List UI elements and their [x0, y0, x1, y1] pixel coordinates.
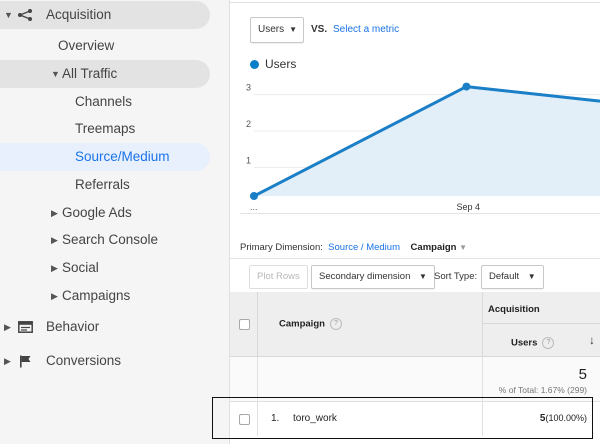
sort-type-label: Sort Type: — [434, 271, 478, 282]
expand-triangle-icon: ▼ — [4, 10, 13, 20]
data-point — [462, 82, 471, 91]
sidebar-item-label: Social — [62, 260, 99, 275]
sidebar-item-label: Google Ads — [62, 205, 132, 220]
caret-down-icon: ▼ — [419, 272, 427, 281]
sidebar-item-label: Source/Medium — [75, 149, 170, 164]
plot-rows-button[interactable]: Plot Rows — [249, 265, 308, 289]
report-main: Users ▼ VS. Select a metric Users 3 2 1...… — [212, 0, 600, 444]
total-users-value: 5 — [578, 366, 587, 383]
x-tick-label: ... — [250, 202, 258, 212]
users-header-label: Users? — [511, 337, 555, 349]
sidebar-item-label: Channels — [75, 94, 133, 109]
y-tick-label: 1 — [246, 156, 251, 166]
row-select-cell — [230, 402, 258, 436]
totals-campaign-cell — [258, 357, 483, 402]
divider — [230, 2, 600, 3]
series-area — [254, 86, 600, 196]
expand-triangle-icon: ▼ — [51, 69, 60, 79]
metric-dropdown[interactable]: Users ▼ — [250, 17, 304, 43]
legend-label: Users — [265, 57, 297, 71]
primary-dimension-label: Primary Dimension: — [240, 242, 323, 253]
dimension-campaign-selected[interactable]: Campaign — [411, 242, 457, 253]
caret-down-icon: ▼ — [459, 243, 468, 252]
metric-dropdown-value: Users — [258, 24, 285, 35]
sidebar-item-label: Referrals — [75, 177, 130, 192]
users-header-cell[interactable]: Users? ↓ — [483, 324, 600, 357]
row-users-value: 5(100.00%) — [539, 413, 587, 424]
collapse-triangle-icon: ▶ — [51, 263, 58, 273]
campaign-header-cell[interactable]: Campaign? — [258, 292, 483, 357]
acquisition-header-label: Acquisition — [488, 304, 540, 315]
collapse-triangle-icon: ▶ — [51, 208, 58, 218]
collapse-triangle-icon: ▶ — [51, 235, 58, 245]
dimension-source-medium-link[interactable]: Source / Medium — [328, 242, 400, 253]
collapse-triangle-icon: ▶ — [4, 322, 11, 332]
sort-type-value: Default — [489, 271, 520, 282]
sidebar-item-all-traffic[interactable]: ▼ All Traffic — [0, 60, 210, 88]
sidebar-item-label: Acquisition — [46, 7, 112, 22]
header-select-cell — [230, 292, 258, 357]
totals-users-cell: 5 % of Total: 1.67% (299) — [483, 357, 600, 402]
sidebar-item-source-medium[interactable]: Source/Medium — [0, 143, 210, 171]
sidebar-item-acquisition[interactable]: ▼ Acquisition — [0, 1, 210, 29]
sidebar-item-label: Conversions — [46, 353, 122, 368]
y-tick-label: 2 — [246, 119, 251, 129]
collapse-triangle-icon: ▶ — [51, 291, 58, 301]
flag-icon — [17, 347, 33, 375]
campaign-header-label: Campaign? — [279, 318, 342, 330]
total-users-percent: % of Total: 1.67% (299) — [498, 385, 587, 395]
data-point — [250, 192, 258, 200]
plot-rows-label: Plot Rows — [257, 271, 300, 282]
select-metric-link[interactable]: Select a metric — [333, 24, 399, 35]
behavior-icon — [17, 313, 33, 341]
chart-bottom-border — [240, 213, 600, 214]
table-row: 1. toro_work — [258, 402, 483, 436]
caret-down-icon: ▼ — [289, 25, 297, 34]
collapse-triangle-icon: ▶ — [4, 356, 11, 366]
sidebar-item-label: All Traffic — [62, 66, 118, 81]
row-checkbox[interactable] — [239, 414, 250, 425]
sidebar-item-label: Campaigns — [62, 288, 131, 303]
vs-label: VS. — [311, 24, 328, 35]
legend-dot-icon — [250, 60, 259, 69]
secondary-dimension-label: Secondary dimension — [319, 271, 411, 282]
campaign-name-link[interactable]: toro_work — [293, 413, 337, 424]
sidebar-item-label: Behavior — [46, 319, 100, 334]
x-tick-label: Sep 4 — [456, 202, 480, 212]
sidebar-item-label: Treemaps — [75, 121, 136, 136]
sidebar-nav: ▼ Acquisition Overview ▼ All Traffic Cha… — [0, 0, 230, 444]
row-index: 1. — [271, 413, 280, 424]
primary-dimension-bar: Primary Dimension: Source / Medium Campa… — [240, 242, 467, 253]
help-icon: ? — [542, 337, 555, 349]
secondary-dimension-dropdown[interactable]: Secondary dimension ▼ — [311, 265, 435, 289]
select-all-checkbox[interactable] — [239, 319, 250, 330]
totals-select-cell — [230, 357, 258, 402]
acquisition-group-header: Acquisition — [483, 292, 600, 324]
sidebar-item-label: Search Console — [62, 232, 159, 247]
caret-down-icon: ▼ — [527, 272, 536, 281]
sort-type-dropdown[interactable]: Default ▼ — [481, 265, 544, 289]
sort-descending-icon[interactable]: ↓ — [589, 333, 595, 347]
data-table: Campaign? Acquisition Users? ↓ 5 % of To… — [212, 292, 600, 444]
help-icon: ? — [329, 318, 342, 330]
users-line-chart: 3 2 1... Sep 4 — [246, 82, 600, 212]
row-users-cell: 5(100.00%) — [483, 402, 600, 436]
sidebar-item-label: Overview — [58, 38, 115, 53]
y-tick-label: 3 — [246, 83, 251, 93]
acquisition-icon — [17, 1, 33, 29]
